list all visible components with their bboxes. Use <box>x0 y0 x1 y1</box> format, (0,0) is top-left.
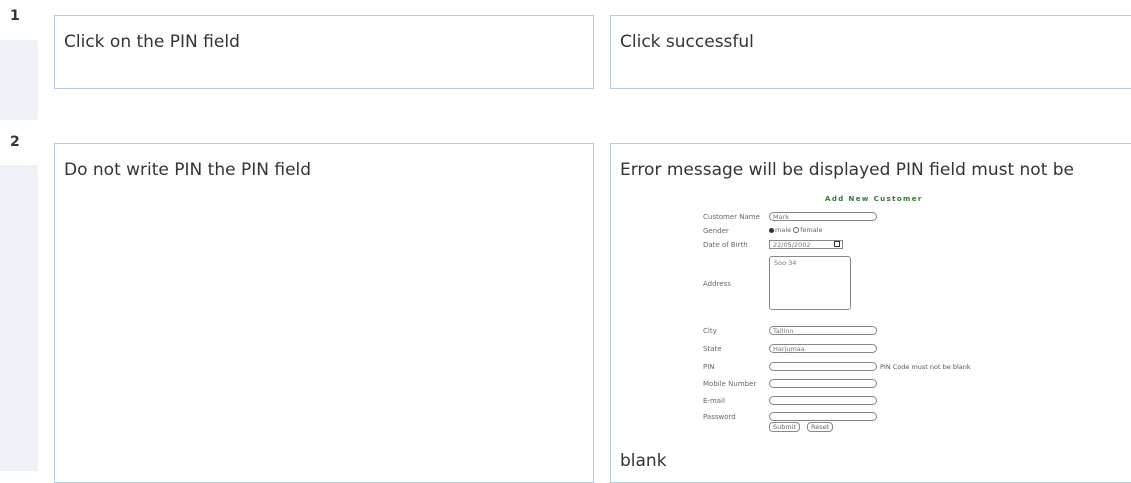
radio-selected-icon[interactable] <box>769 227 774 233</box>
calendar-icon[interactable] <box>834 241 840 247</box>
label-mobile: Mobile Number <box>703 380 757 388</box>
row-2-number: 2 <box>10 134 20 150</box>
add-customer-form-screenshot: Add New Customer Customer Name Mark Gend… <box>703 193 1023 443</box>
row-2-strip <box>0 165 38 471</box>
address-textarea[interactable]: Soo 34 <box>769 256 851 310</box>
pin-input[interactable] <box>769 362 877 371</box>
label-gender: Gender <box>703 227 729 235</box>
label-address: Address <box>703 280 731 288</box>
label-state: State <box>703 345 722 353</box>
label-dob: Date of Birth <box>703 241 748 249</box>
gender-female-label: female <box>800 226 823 234</box>
customer-name-input[interactable]: Mark <box>769 212 877 221</box>
row-1-expected-text: Click successful <box>620 32 754 52</box>
row-1-number: 1 <box>10 8 20 24</box>
label-password: Password <box>703 413 736 421</box>
gender-male-label: male <box>775 226 792 234</box>
dob-input[interactable]: 22/05/2002 <box>769 240 843 249</box>
row-1-step-cell[interactable]: Click on the PIN field <box>54 15 594 89</box>
row-2-step-cell[interactable]: Do not write PIN the PIN field <box>54 143 594 483</box>
label-city: City <box>703 327 717 335</box>
city-input[interactable]: Tallinn <box>769 326 877 335</box>
state-input[interactable]: Harjumaa <box>769 344 877 353</box>
row-2-expected-tail: blank <box>620 451 667 471</box>
row-1-strip <box>0 40 38 120</box>
submit-button[interactable]: Submit <box>769 422 801 432</box>
form-title: Add New Customer <box>825 195 923 203</box>
label-pin: PIN <box>703 363 715 371</box>
radio-unselected-icon[interactable] <box>793 227 800 233</box>
row-1-step-text: Click on the PIN field <box>64 32 240 52</box>
row-2-step-text: Do not write PIN the PIN field <box>64 160 312 180</box>
gender-radio-group[interactable]: male female <box>769 226 823 234</box>
email-input[interactable] <box>769 396 877 405</box>
row-1-expected-cell[interactable]: Click successful <box>610 15 1131 89</box>
dob-value: 22/05/2002 <box>773 241 811 249</box>
reset-button[interactable]: Reset <box>807 422 834 432</box>
password-input[interactable] <box>769 412 877 421</box>
label-customer-name: Customer Name <box>703 213 760 221</box>
label-email: E-mail <box>703 397 725 405</box>
pin-error-message: PIN Code must not be blank <box>880 363 971 371</box>
mobile-input[interactable] <box>769 379 877 388</box>
row-2-expected-text: Error message will be displayed PIN fiel… <box>620 160 1075 180</box>
